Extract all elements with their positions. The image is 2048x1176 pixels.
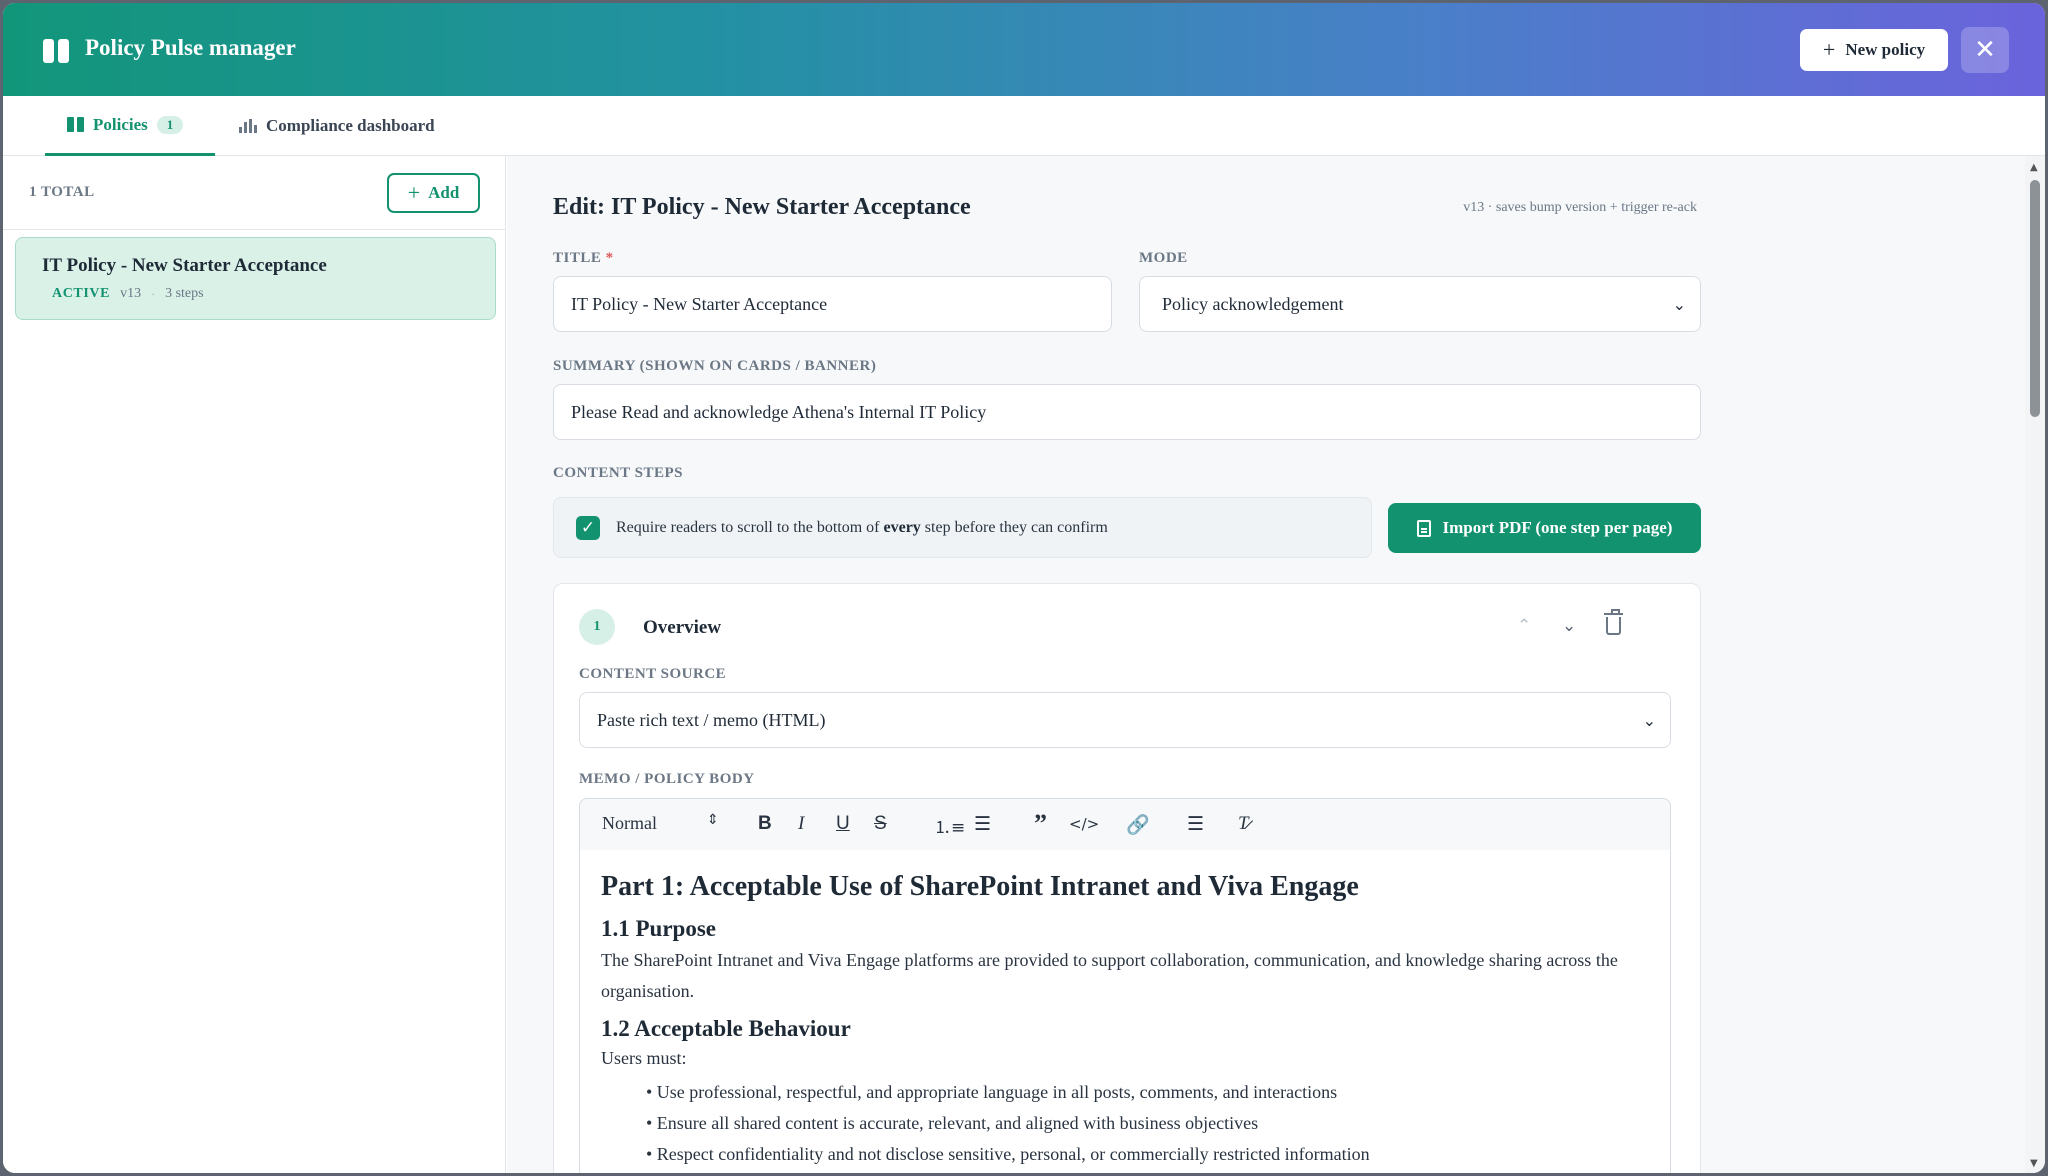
tab-policies[interactable]: Policies 1	[45, 96, 215, 156]
content-source-select[interactable]: Paste rich text / memo (HTML) ⌄	[579, 692, 1671, 748]
italic-icon[interactable]: I	[798, 813, 804, 835]
file-icon	[1416, 519, 1431, 537]
tab-policies-label: Policies	[93, 114, 148, 134]
version-note: v13 · saves bump version + trigger re-ac…	[1463, 200, 1697, 215]
app-window: Policy Pulse manager + New policy ✕ Poli…	[3, 3, 2045, 1173]
code-icon[interactable]: </>	[1069, 815, 1099, 833]
checkmark-icon: ✓	[580, 517, 596, 538]
content-source-value: Paste rich text / memo (HTML)	[597, 709, 826, 730]
plus-icon: +	[1822, 37, 1836, 62]
content-steps-label: CONTENT STEPS	[553, 465, 684, 481]
scrollbar-thumb[interactable]	[2030, 180, 2040, 417]
move-step-down-button[interactable]: ⌄	[1562, 616, 1576, 636]
close-button[interactable]: ✕	[1961, 27, 2009, 73]
policy-item-title: IT Policy - New Starter Acceptance	[42, 255, 327, 276]
mode-label: MODE	[1139, 250, 1188, 266]
summary-input[interactable]: Please Read and acknowledge Athena's Int…	[553, 384, 1701, 440]
summary-input-value: Please Read and acknowledge Athena's Int…	[571, 401, 987, 422]
up-down-caret-icon: ⇕	[707, 812, 719, 828]
new-policy-label: New policy	[1845, 40, 1926, 59]
summary-label: SUMMARY (SHOWN ON CARDS / BANNER)	[553, 358, 877, 374]
mode-select[interactable]: Policy acknowledgement ⌄	[1139, 276, 1701, 332]
blockquote-icon[interactable]: ”	[1034, 809, 1047, 839]
content-step-card: 1 Overview ⌃ ⌄ CONTENT SOURCE Paste rich…	[553, 583, 1701, 1173]
body-purpose-text: The SharePoint Intranet and Viva Engage …	[601, 950, 1618, 1001]
clear-format-icon[interactable]: T̷	[1238, 813, 1249, 835]
rich-text-toolbar: Normal ⇕ B I U S ⒈≡ ☰ ” </> 🔗 ☰ T̷	[579, 798, 1671, 851]
link-icon[interactable]: 🔗	[1126, 813, 1150, 836]
policy-item-meta: ACTIVE v13 · 3 steps	[52, 286, 204, 302]
step-title: Overview	[643, 617, 722, 638]
scrollbar[interactable]: ▲ ▼	[2025, 156, 2045, 1173]
scroll-requirement-option: ✓ Require readers to scroll to the botto…	[553, 497, 1372, 558]
add-label: Add	[428, 183, 460, 202]
policy-steps-count: 3 steps	[165, 286, 204, 301]
policy-list-item[interactable]: IT Policy - New Starter Acceptance ACTIV…	[15, 237, 496, 320]
list-item: • Respect confidentiality and not disclo…	[646, 1144, 1370, 1164]
scroll-up-arrow-icon[interactable]: ▲	[2030, 162, 2038, 173]
text-style-select[interactable]: Normal	[602, 813, 657, 834]
chevron-down-icon: ⌄	[1642, 711, 1656, 730]
tab-compliance-label: Compliance dashboard	[266, 116, 435, 135]
scroll-requirement-text: Require readers to scroll to the bottom …	[616, 518, 1108, 536]
list-item: • Ensure all shared content is accurate,…	[646, 1113, 1259, 1133]
bar-chart-icon	[239, 119, 257, 133]
memo-label: MEMO / POLICY BODY	[579, 771, 755, 787]
app-header: Policy Pulse manager + New policy ✕	[3, 3, 2045, 96]
move-step-up-button[interactable]: ⌃	[1517, 616, 1531, 636]
body-heading-1: Part 1: Acceptable Use of SharePoint Int…	[601, 871, 1359, 902]
policy-version: v13	[120, 286, 142, 301]
align-icon[interactable]: ☰	[1187, 813, 1204, 835]
bullet-list-icon[interactable]: ☰	[974, 813, 991, 835]
policy-sidebar: 1 TOTAL + Add IT Policy - New Starter Ac…	[3, 156, 506, 1173]
title-input[interactable]: IT Policy - New Starter Acceptance	[553, 276, 1112, 332]
import-pdf-label: Import PDF (one step per page)	[1442, 518, 1673, 537]
body-heading-purpose: 1.1 Purpose	[601, 916, 716, 941]
title-input-value: IT Policy - New Starter Acceptance	[571, 293, 828, 314]
policies-icon	[67, 117, 84, 132]
tab-bar: Policies 1 Compliance dashboard	[3, 96, 2045, 156]
mode-select-value: Policy acknowledgement	[1162, 293, 1344, 314]
underline-icon[interactable]: U	[836, 813, 850, 835]
page-title: Edit: IT Policy - New Starter Acceptance	[553, 194, 971, 220]
separator-dot: ·	[151, 286, 156, 301]
body-users-must: Users must:	[601, 1048, 687, 1068]
required-marker: *	[605, 250, 614, 266]
close-icon: ✕	[1974, 35, 1996, 65]
policy-editor: Edit: IT Policy - New Starter Acceptance…	[507, 156, 2025, 1173]
total-count: 1 TOTAL	[29, 184, 95, 200]
delete-step-icon[interactable]	[1604, 609, 1623, 635]
sidebar-header: 1 TOTAL + Add	[3, 156, 505, 230]
body-heading-behaviour: 1.2 Acceptable Behaviour	[601, 1016, 851, 1041]
bold-icon[interactable]: B	[758, 813, 772, 835]
scroll-down-arrow-icon[interactable]: ▼	[2030, 1158, 2038, 1169]
add-policy-button[interactable]: + Add	[387, 173, 480, 213]
scroll-requirement-checkbox[interactable]: ✓	[576, 515, 600, 540]
import-pdf-button[interactable]: Import PDF (one step per page)	[1388, 503, 1701, 553]
rich-text-editor[interactable]: Part 1: Acceptable Use of SharePoint Int…	[579, 850, 1671, 1173]
tab-compliance-dashboard[interactable]: Compliance dashboard	[239, 96, 435, 156]
policies-count-badge: 1	[156, 115, 184, 134]
title-label: TITLE *	[553, 250, 614, 267]
list-item: • Use professional, respectful, and appr…	[646, 1082, 1338, 1102]
app-title: Policy Pulse manager	[85, 35, 296, 60]
status-badge: ACTIVE	[52, 286, 111, 301]
book-icon	[43, 39, 69, 65]
strikethrough-icon[interactable]: S	[874, 813, 887, 835]
plus-icon: +	[407, 180, 421, 205]
chevron-down-icon: ⌄	[1672, 295, 1686, 314]
title-label-text: TITLE	[553, 250, 602, 266]
step-number-badge: 1	[579, 609, 615, 645]
ordered-list-icon[interactable]: ⒈≡	[934, 813, 965, 838]
content-source-label: CONTENT SOURCE	[579, 666, 727, 682]
new-policy-button[interactable]: + New policy	[1800, 29, 1948, 71]
